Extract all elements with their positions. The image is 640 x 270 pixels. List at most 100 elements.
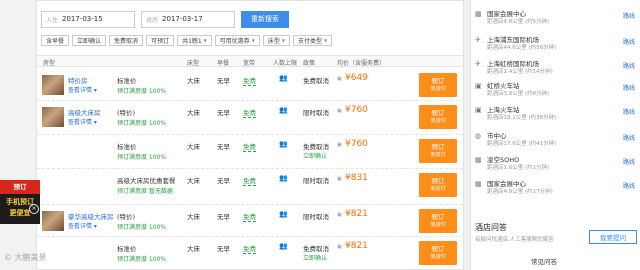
route-link[interactable]: 路线 — [623, 11, 635, 20]
bed-type: 大床 — [187, 109, 200, 117]
col-breakfast: 早餐 — [217, 60, 230, 67]
room-name[interactable]: 豪华高级大床房 — [68, 211, 114, 221]
room-price: ¥821 — [345, 209, 368, 219]
poi-distance: 距酒店4.8公里 (约5分钟) — [487, 19, 550, 25]
rate-plan: 高级大床房优惠套餐 — [117, 177, 176, 185]
bed-type: 大床 — [187, 213, 200, 221]
book-button[interactable]: 预订 到店付 — [419, 173, 457, 197]
filter-chip[interactable]: 共1晚1 ▼ — [177, 35, 212, 46]
book-sub-label: 到店付 — [430, 118, 446, 124]
col-people: 人数上限 — [273, 60, 298, 67]
cancel-policy[interactable]: 限时取消 — [303, 107, 329, 117]
book-sub-label: 到店付 — [430, 152, 446, 158]
col-wifi: 宽带 — [243, 60, 256, 67]
poi-item: ✈ 上海浦东国际机场 距酒店44.6公里 (约56分钟) 路线 — [475, 34, 637, 54]
book-button[interactable]: 预订 到店付 — [419, 209, 457, 233]
chevron-down-icon: ▼ — [281, 38, 285, 43]
filter-chip[interactable]: 可用优惠券 ▼ — [214, 35, 260, 46]
person-icon: 👥 — [279, 140, 288, 148]
room-thumbnail[interactable] — [42, 107, 64, 127]
checkout-field[interactable]: 退房 2017-03-17 — [141, 10, 235, 28]
route-link[interactable]: 路线 — [623, 107, 635, 116]
room-list-panel: 入住 2017-03-15 退房 2017-03-17 重新搜索 含早餐 立即确认… — [36, 0, 464, 270]
book-label: 预订 — [431, 245, 445, 253]
person-icon: 👥 — [279, 174, 288, 182]
table-header: 房型 床型 早餐 宽带 人数上限 政策 均价（含服务费） — [37, 55, 463, 67]
route-link[interactable]: 路线 — [623, 61, 635, 70]
room-price: ¥760 — [345, 105, 368, 115]
checkout-label: 退房 — [146, 16, 159, 24]
wifi: 免费 — [243, 77, 256, 86]
book-label: 预订 — [431, 77, 445, 85]
discount-tag: ▣ — [337, 244, 342, 250]
room-price: ¥760 — [345, 139, 368, 149]
breakfast: 无早 — [217, 213, 230, 221]
wifi: 免费 — [243, 213, 256, 222]
room-thumbnail[interactable] — [42, 75, 64, 95]
filter-chip[interactable]: 含早餐 — [41, 35, 70, 46]
poi-distance: 距酒店2.4公里 (约14分钟) — [487, 69, 553, 75]
breakfast: 无早 — [217, 109, 230, 117]
chevron-down-icon: ▼ — [323, 38, 328, 43]
ask-question-button[interactable]: 我要提问 — [589, 230, 637, 244]
wifi: 免费 — [243, 177, 256, 186]
route-link[interactable]: 路线 — [623, 83, 635, 92]
cancel-policy[interactable]: 免费取消 — [303, 141, 329, 151]
mobile-promo[interactable]: 预订 手机预订 更便宜 × — [0, 180, 40, 224]
rate-plan: 标准价 — [117, 77, 137, 85]
filter-chip[interactable]: 支付类型 ▼ — [292, 35, 333, 46]
poi-item: ▦ 国家会展中心 距酒店4.8公里 (约5分钟) 路线 — [475, 8, 637, 28]
plane-icon: ✈ — [475, 36, 481, 44]
poi-item: ▦ 国家会展中心 距酒店4.9公里 (约17分钟) 路线 — [475, 178, 637, 198]
rate-plan: (特价) — [117, 109, 136, 117]
poi-distance: 距酒店18.1公里 (约38分钟) — [487, 115, 557, 121]
research-button[interactable]: 重新搜索 — [241, 10, 289, 28]
room-price: ¥649 — [345, 73, 368, 83]
room-thumbnail[interactable] — [42, 211, 64, 231]
qa-common-tab[interactable]: 常见问答 — [531, 256, 557, 266]
building-icon: ▦ — [475, 10, 482, 18]
poi-item: ▣ 上海火车站 距酒店18.1公里 (约38分钟) 路线 — [475, 104, 637, 124]
wifi: 免费 — [243, 143, 256, 152]
room-details-link[interactable]: 查看详情 ▾ — [68, 85, 97, 94]
discount-tag: ▣ — [337, 212, 342, 218]
poi-item: ▦ 凌空SOHO 距酒店1.6公里 (约1分钟) 路线 — [475, 154, 637, 174]
filter-chip[interactable]: 立即确认 — [72, 35, 107, 46]
filter-chip[interactable]: 床型 ▼ — [262, 35, 290, 46]
book-label: 预订 — [431, 143, 445, 151]
book-button[interactable]: 预订 到店付 — [419, 241, 457, 265]
cancel-policy[interactable]: 免费取消 — [303, 243, 329, 253]
cancel-policy[interactable]: 限时取消 — [303, 175, 329, 185]
filter-chip[interactable]: 可预订 — [146, 35, 175, 46]
filter-label: 支付类型 — [297, 38, 322, 45]
cancel-policy[interactable]: 免费取消 — [303, 75, 329, 85]
filter-label: 床型 — [267, 38, 280, 45]
route-link[interactable]: 路线 — [623, 181, 635, 190]
room-name[interactable]: 特价房 — [68, 75, 88, 85]
book-button[interactable]: 预订 到店付 — [419, 139, 457, 163]
col-policy: 政策 — [303, 60, 316, 67]
col-room: 房型 — [43, 60, 56, 67]
close-icon[interactable]: × — [29, 204, 39, 214]
checkin-label: 入住 — [46, 16, 59, 24]
route-link[interactable]: 路线 — [623, 37, 635, 46]
book-sub-label: 到店付 — [430, 86, 446, 92]
discount-tag: ▣ — [337, 176, 342, 182]
book-button[interactable]: 预订 到店付 — [419, 73, 457, 97]
checkin-field[interactable]: 入住 2017-03-15 — [41, 10, 135, 28]
cancel-policy[interactable]: 限时取消 — [303, 211, 329, 221]
route-link[interactable]: 路线 — [623, 157, 635, 166]
route-link[interactable]: 路线 — [623, 133, 635, 142]
filter-chip[interactable]: 免费取消 — [109, 35, 144, 46]
book-button[interactable]: 预订 到店付 — [419, 105, 457, 129]
room-name[interactable]: 高级大床房 — [68, 107, 101, 117]
building-icon: ▦ — [475, 156, 482, 164]
room-details-link[interactable]: 查看详情 ▾ — [68, 221, 97, 230]
watermark: © 大鹏美景 — [4, 253, 47, 262]
room-details-link[interactable]: 查看详情 ▾ — [68, 117, 97, 126]
plane-icon: ✈ — [475, 60, 481, 68]
instant-confirm: 立即确认 — [303, 255, 328, 262]
bed-type: 大床 — [187, 245, 200, 253]
checkin-value: 2017-03-15 — [62, 15, 103, 23]
table-row: 特价房 查看详情 ▾ 标准价 预订满意度 100% 大床 无早 免费 👥 免费取消 ▣ ¥649 预订… — [37, 69, 463, 101]
